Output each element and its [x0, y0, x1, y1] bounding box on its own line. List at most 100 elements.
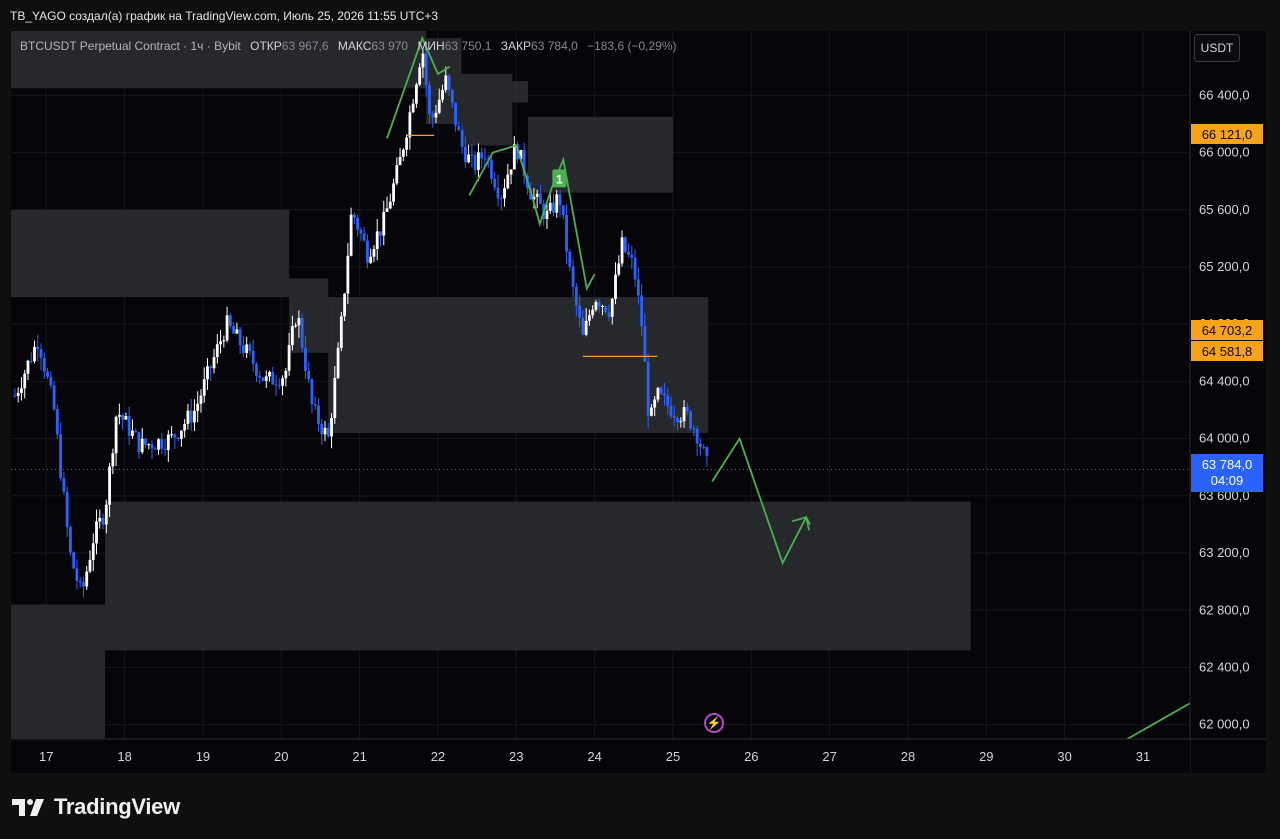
candle-body — [219, 341, 222, 345]
candle-body — [431, 113, 435, 118]
candle-body — [457, 125, 461, 131]
candle-body — [388, 201, 392, 209]
candle-body — [604, 305, 608, 313]
candle-body — [421, 53, 425, 68]
high-value: 63 970 — [371, 39, 409, 53]
candle-body — [503, 188, 506, 199]
time-tick-label: 20 — [274, 749, 288, 764]
chart-area[interactable]: 166 400,066 000,065 600,065 200,064 800,… — [11, 31, 1266, 773]
candle-body — [437, 99, 441, 113]
supply-demand-zone[interactable] — [105, 501, 971, 651]
candle-body — [98, 517, 102, 522]
price-tick-label: 62 400,0 — [1199, 659, 1250, 674]
candle-body — [424, 53, 428, 86]
wave-marker-label: 1 — [556, 172, 563, 186]
supply-demand-zone[interactable] — [512, 81, 529, 103]
candle-body — [274, 384, 278, 386]
candle-body — [209, 366, 213, 369]
close-value: 63 784,0 — [531, 39, 578, 53]
candle-body — [36, 346, 40, 350]
candle-body — [111, 453, 115, 467]
level-b-price-tag: 64 581,8 — [1191, 341, 1263, 361]
candle-body — [189, 410, 193, 423]
price-tick-label: 62 000,0 — [1199, 717, 1250, 732]
level-a-price-tag: 64 703,2 — [1191, 320, 1263, 340]
close-label: ЗАКР — [500, 39, 532, 53]
candle-body — [470, 154, 474, 156]
candle-body — [385, 208, 389, 212]
candle-body — [134, 430, 138, 433]
candle-body — [173, 434, 177, 438]
candle-body — [349, 214, 353, 256]
current-price-tag: 63 784,0 04:09 — [1191, 454, 1263, 492]
candle-body — [369, 256, 373, 263]
lightning-icon[interactable]: ⚡ — [704, 713, 724, 733]
open-label: ОТКР — [250, 39, 282, 53]
candle-body — [666, 395, 670, 406]
candle-body — [82, 582, 85, 587]
price-tick-label: 66 000,0 — [1199, 145, 1250, 160]
candle-body — [88, 559, 92, 572]
candle-body — [13, 395, 17, 397]
price-chart[interactable]: 166 400,066 000,065 600,065 200,064 800,… — [11, 31, 1266, 773]
candle-body — [698, 443, 702, 448]
candle-body — [480, 152, 484, 159]
candle-body — [245, 344, 249, 354]
candle-body — [29, 360, 33, 362]
candle-body — [333, 377, 337, 419]
symbol-label[interactable]: BTCUSDT Perpetual Contract · 1ч · Bybit — [20, 39, 241, 53]
tradingview-brand: TradingView — [54, 794, 180, 819]
candle-body — [490, 159, 493, 179]
candle-body — [395, 165, 399, 184]
candle-body — [300, 317, 304, 348]
supply-demand-zone[interactable] — [289, 278, 329, 353]
candle-body — [228, 315, 232, 327]
current-price-value: 63 784,0 — [1201, 457, 1253, 472]
supply-demand-zone[interactable] — [528, 116, 673, 193]
supply-demand-zone[interactable] — [11, 209, 290, 298]
candle-body — [147, 444, 151, 446]
candle-body — [284, 370, 288, 379]
candle-body — [450, 89, 454, 103]
candle-body — [545, 210, 549, 219]
candle-body — [653, 399, 657, 408]
candle-body — [339, 316, 343, 348]
candle-body — [512, 144, 516, 170]
candle-body — [539, 193, 542, 204]
candle-body — [170, 434, 173, 436]
candle-body — [101, 517, 105, 525]
candle-body — [574, 286, 578, 306]
candle-body — [692, 428, 696, 430]
candle-body — [150, 444, 154, 449]
candle-body — [320, 424, 324, 435]
candle-body — [26, 360, 30, 374]
candle-body — [255, 364, 258, 376]
candle-body — [212, 357, 216, 369]
candle-body — [408, 112, 412, 138]
candle-body — [326, 427, 330, 437]
candle-body — [235, 329, 239, 334]
currency-button[interactable]: USDT — [1194, 34, 1240, 62]
candle-body — [659, 387, 663, 394]
candle-body — [183, 423, 187, 431]
candle-body — [561, 205, 565, 216]
candle-body — [483, 158, 487, 160]
time-tick-label: 18 — [117, 749, 131, 764]
candle-body — [46, 371, 49, 377]
candle-body — [506, 174, 510, 189]
candle-body — [552, 202, 555, 213]
tv-logo-icon — [12, 799, 44, 816]
candle-body — [702, 447, 706, 449]
candle-body — [633, 257, 637, 280]
candle-body — [160, 439, 164, 449]
supply-demand-zone[interactable] — [461, 73, 513, 146]
candle-body — [69, 527, 72, 553]
candle-body — [584, 320, 588, 335]
candle-body — [202, 379, 206, 396]
candle-body — [166, 434, 170, 450]
candle-body — [297, 317, 301, 326]
candle-body — [85, 571, 89, 587]
supply-demand-zone[interactable] — [11, 604, 106, 739]
candle-body — [591, 309, 595, 316]
price-tick-label: 62 800,0 — [1199, 602, 1250, 617]
